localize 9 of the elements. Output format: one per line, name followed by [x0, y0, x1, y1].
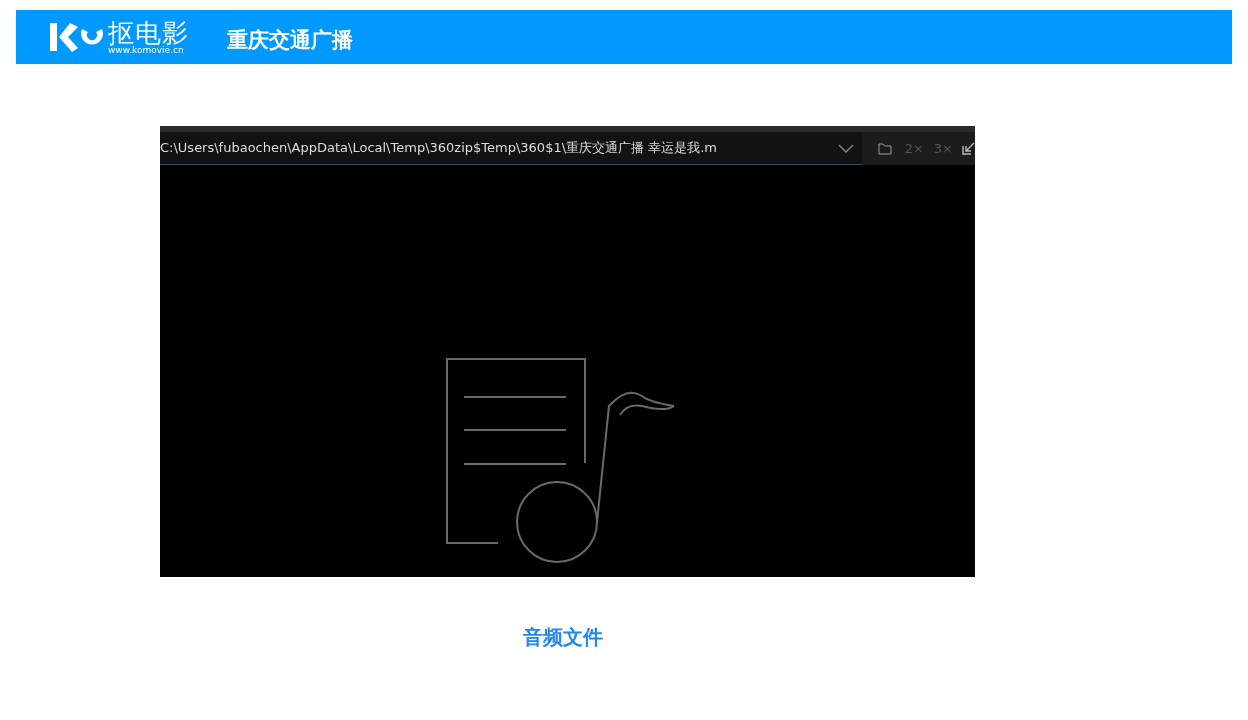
logo-icon	[48, 21, 104, 53]
file-path-field[interactable]: C:\Users\fubaochen\AppData\Local\Temp\360zip$Temp\360$1\重庆交通广播 幸运是我.m	[160, 132, 862, 165]
dropdown-chevron-icon[interactable]	[837, 143, 854, 153]
page-title: 重庆交通广播	[227, 27, 353, 55]
folder-icon[interactable]	[877, 142, 892, 155]
logo-url: www.komovie.cn	[108, 45, 184, 55]
logo-name: 抠电影	[108, 19, 189, 46]
shrink-icon[interactable]	[962, 142, 975, 155]
caption: 音频文件	[521, 624, 604, 651]
